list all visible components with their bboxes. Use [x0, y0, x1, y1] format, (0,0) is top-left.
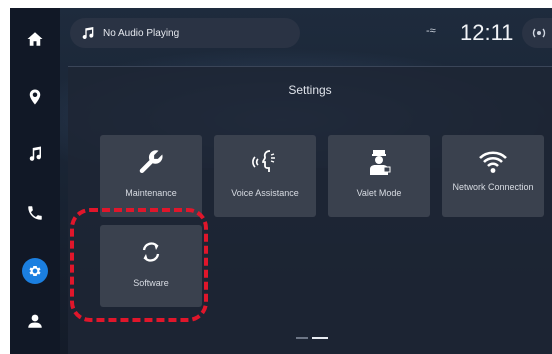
tile-voice-assistance[interactable]: Voice Assistance	[214, 135, 316, 217]
clock: 12:11	[460, 20, 514, 45]
music-icon	[29, 146, 42, 161]
audio-source-pill[interactable]: No Audio Playing	[70, 18, 300, 48]
page-title: Settings	[288, 83, 332, 97]
wifi-icon	[479, 151, 507, 173]
settings-icon	[29, 265, 41, 277]
tile-label: Valet Mode	[356, 188, 402, 198]
tile-label: Maintenance	[125, 188, 177, 198]
driver-status-button[interactable]	[522, 18, 552, 48]
tile-label: Network Connection	[452, 182, 534, 192]
location-icon	[29, 89, 41, 105]
left-nav-rail	[10, 8, 60, 354]
page-dot-active	[312, 337, 328, 339]
home-button[interactable]	[20, 24, 50, 54]
wrench-icon	[139, 150, 163, 174]
software-highlight-annotation	[70, 208, 208, 322]
top-status-bar: No Audio Playing -≈ 12:11	[60, 8, 552, 58]
navigation-button[interactable]	[20, 82, 50, 112]
music-button[interactable]	[20, 139, 50, 169]
phone-icon	[28, 206, 42, 220]
tile-label: Voice Assistance	[231, 188, 299, 198]
tile-maintenance[interactable]: Maintenance	[100, 135, 202, 217]
tile-network-connection[interactable]: Network Connection	[442, 135, 544, 217]
phone-button[interactable]	[20, 198, 50, 228]
profile-button[interactable]	[20, 306, 50, 336]
audio-status-label: No Audio Playing	[103, 27, 180, 39]
profile-icon	[28, 314, 42, 328]
settings-button[interactable]	[22, 258, 48, 284]
page-dot	[296, 337, 308, 339]
home-icon	[27, 32, 43, 46]
page-indicator	[296, 337, 328, 339]
signal-indicator: -≈	[426, 25, 436, 37]
tile-valet-mode[interactable]: Valet Mode	[328, 135, 430, 217]
valet-icon	[370, 150, 391, 175]
voice-status-icon	[532, 28, 546, 38]
voice-assistant-icon	[252, 150, 275, 172]
music-note-icon	[82, 27, 94, 40]
